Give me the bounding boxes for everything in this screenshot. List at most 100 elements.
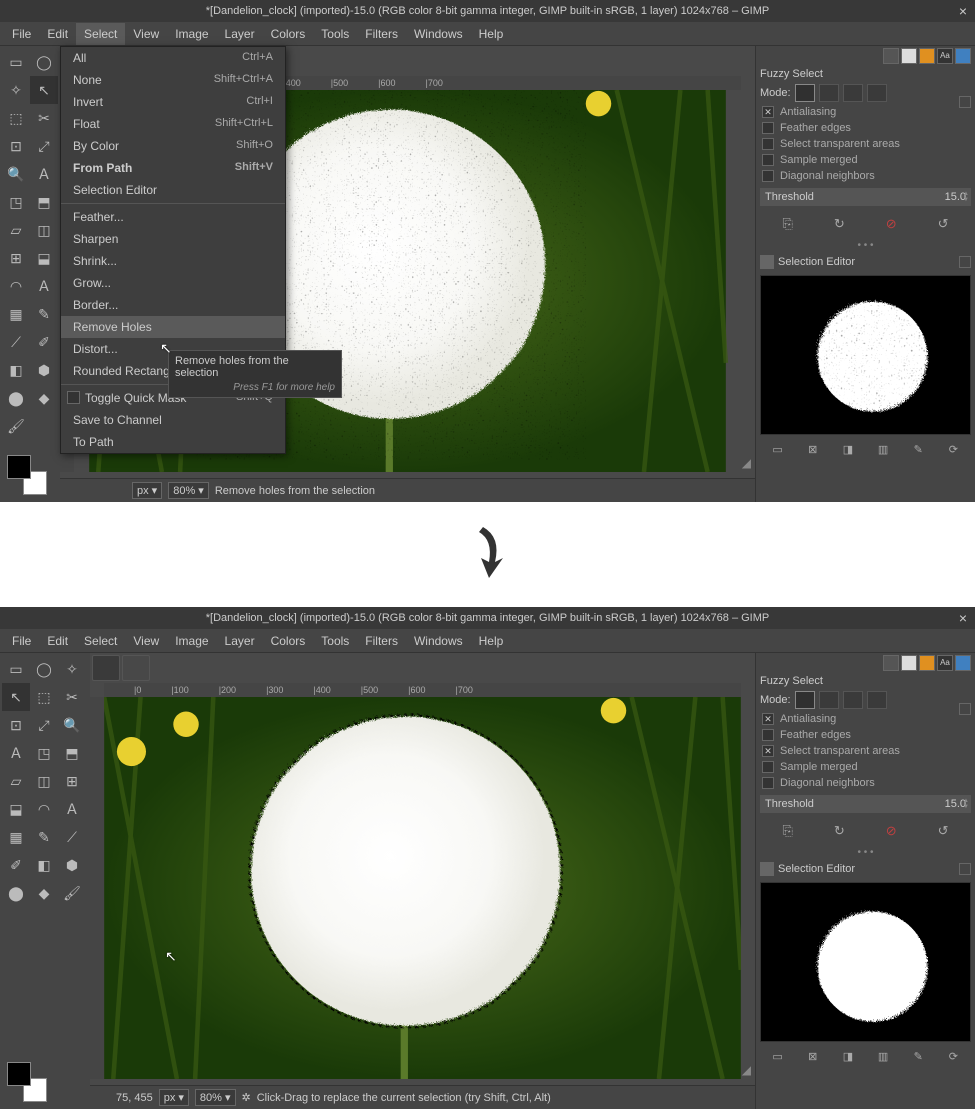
menu-tools[interactable]: Tools xyxy=(313,630,357,652)
mode-intersect-button[interactable] xyxy=(867,691,887,709)
menu-edit[interactable]: Edit xyxy=(39,23,76,45)
tool-button[interactable]: ⬓ xyxy=(30,244,58,272)
configure-tab-icon[interactable] xyxy=(959,703,971,715)
close-icon[interactable]: × xyxy=(959,610,967,626)
menu-item-remove-holes[interactable]: Remove Holes xyxy=(61,316,285,338)
tool-button[interactable]: ⬓ xyxy=(2,795,30,823)
tool-button[interactable]: ⬚ xyxy=(30,683,58,711)
tool-button[interactable]: ✧ xyxy=(58,655,86,683)
menu-item-border-[interactable]: Border... xyxy=(61,294,285,316)
menu-filters[interactable]: Filters xyxy=(357,23,406,45)
tool-button[interactable]: ◳ xyxy=(2,188,30,216)
image-tab[interactable] xyxy=(122,655,150,681)
diagonal-checkbox[interactable] xyxy=(762,170,774,182)
tool-button[interactable]: ⤢ xyxy=(30,711,58,739)
selection-editor-icon[interactable] xyxy=(760,862,774,876)
close-icon[interactable]: × xyxy=(959,3,967,19)
tool-button[interactable]: ⊞ xyxy=(58,767,86,795)
tool-button[interactable]: Ａ xyxy=(30,272,58,300)
tool-button[interactable]: ⟋ xyxy=(58,823,86,851)
feather-checkbox[interactable] xyxy=(762,729,774,741)
mode-replace-button[interactable] xyxy=(795,84,815,102)
grip-icon[interactable]: • • • xyxy=(756,845,975,860)
save-icon[interactable]: ⎘ xyxy=(782,216,792,232)
selection-editor-icon[interactable] xyxy=(760,255,774,269)
tool-button[interactable]: ✐ xyxy=(30,328,58,356)
sel-stroke-icon[interactable]: ⟳ xyxy=(945,443,961,457)
tool-button[interactable]: ▱ xyxy=(2,767,30,795)
menu-image[interactable]: Image xyxy=(167,630,216,652)
menu-item-all[interactable]: AllCtrl+A xyxy=(61,47,285,69)
tool-button[interactable]: ▦ xyxy=(2,300,30,328)
mode-subtract-button[interactable] xyxy=(843,691,863,709)
sel-all-icon[interactable]: ▭ xyxy=(770,1050,786,1064)
menu-windows[interactable]: Windows xyxy=(406,630,471,652)
tool-button[interactable]: ✂ xyxy=(30,104,58,132)
tool-button[interactable]: ▱ xyxy=(2,216,30,244)
transparent-checkbox[interactable] xyxy=(762,138,774,150)
configure-tab-icon[interactable] xyxy=(959,96,971,108)
unit-select[interactable]: px ▾ xyxy=(132,482,162,499)
dock-tab[interactable] xyxy=(919,48,935,64)
threshold-spinner[interactable]: ▲▼ xyxy=(963,798,969,810)
threshold-slider[interactable]: Threshold 15.0 ▲▼ xyxy=(760,188,971,206)
tool-button[interactable]: ◫ xyxy=(30,767,58,795)
threshold-slider[interactable]: Threshold 15.0 ▲▼ xyxy=(760,795,971,813)
menu-image[interactable]: Image xyxy=(167,23,216,45)
sample-checkbox[interactable] xyxy=(762,761,774,773)
tool-button[interactable]: ⬤ xyxy=(2,879,30,907)
configure-tab-icon[interactable] xyxy=(959,256,971,268)
tool-button[interactable]: ✎ xyxy=(30,823,58,851)
menu-edit[interactable]: Edit xyxy=(39,630,76,652)
menu-layer[interactable]: Layer xyxy=(217,23,263,45)
tool-button[interactable]: ▭ xyxy=(2,48,30,76)
menu-item-sharpen[interactable]: Sharpen xyxy=(61,228,285,250)
fg-bg-swatch[interactable] xyxy=(7,455,47,495)
menu-item-by-color[interactable]: By ColorShift+O xyxy=(61,135,285,157)
dock-tab[interactable] xyxy=(883,48,899,64)
zoom-select[interactable]: 80% ▾ xyxy=(168,482,209,499)
grip-icon[interactable]: • • • xyxy=(756,238,975,253)
tool-button[interactable]: 🖌 xyxy=(58,879,86,907)
tool-button[interactable]: ◆ xyxy=(30,879,58,907)
delete-icon[interactable]: ⊘ xyxy=(886,216,897,232)
restore-icon[interactable]: ↻ xyxy=(834,216,845,232)
dock-tab[interactable] xyxy=(955,655,971,671)
tool-button[interactable]: ◳ xyxy=(30,739,58,767)
zoom-select[interactable]: 80% ▾ xyxy=(195,1089,236,1106)
dock-tab[interactable] xyxy=(955,48,971,64)
feather-checkbox[interactable] xyxy=(762,122,774,134)
dock-tab-font[interactable]: Aa xyxy=(937,48,953,64)
sel-invert-icon[interactable]: ◨ xyxy=(840,443,856,457)
nav-arrow-icon[interactable]: ◢ xyxy=(742,1063,751,1077)
transparent-checkbox[interactable]: ✕ xyxy=(762,745,774,757)
tool-button[interactable]: ⬢ xyxy=(30,356,58,384)
reset-icon[interactable]: ↺ xyxy=(938,823,949,839)
sel-save-icon[interactable]: ▥ xyxy=(875,443,891,457)
nav-arrow-icon[interactable]: ◢ xyxy=(742,456,751,470)
tool-button[interactable]: ⬒ xyxy=(58,739,86,767)
mode-intersect-button[interactable] xyxy=(867,84,887,102)
tool-button[interactable]: ◯ xyxy=(30,48,58,76)
menu-help[interactable]: Help xyxy=(471,630,512,652)
dock-tab[interactable] xyxy=(901,48,917,64)
menu-windows[interactable]: Windows xyxy=(406,23,471,45)
menu-item-grow-[interactable]: Grow... xyxy=(61,272,285,294)
tool-button[interactable]: ✧ xyxy=(2,76,30,104)
menu-select[interactable]: Select xyxy=(76,630,125,652)
sample-checkbox[interactable] xyxy=(762,154,774,166)
menu-item-shrink-[interactable]: Shrink... xyxy=(61,250,285,272)
tool-button[interactable]: Ａ xyxy=(58,795,86,823)
menu-colors[interactable]: Colors xyxy=(263,630,314,652)
menu-layer[interactable]: Layer xyxy=(217,630,263,652)
dock-tab-font[interactable]: Aa xyxy=(937,655,953,671)
antialias-checkbox[interactable]: ✕ xyxy=(762,106,774,118)
tool-button[interactable]: ⊡ xyxy=(2,711,30,739)
menu-item-none[interactable]: NoneShift+Ctrl+A xyxy=(61,69,285,91)
tool-button[interactable]: 🖌 xyxy=(2,412,30,440)
sel-invert-icon[interactable]: ◨ xyxy=(840,1050,856,1064)
tool-button[interactable]: ⬢ xyxy=(58,851,86,879)
delete-icon[interactable]: ⊘ xyxy=(886,823,897,839)
sel-none-icon[interactable]: ⊠ xyxy=(805,443,821,457)
menu-file[interactable]: File xyxy=(4,23,39,45)
